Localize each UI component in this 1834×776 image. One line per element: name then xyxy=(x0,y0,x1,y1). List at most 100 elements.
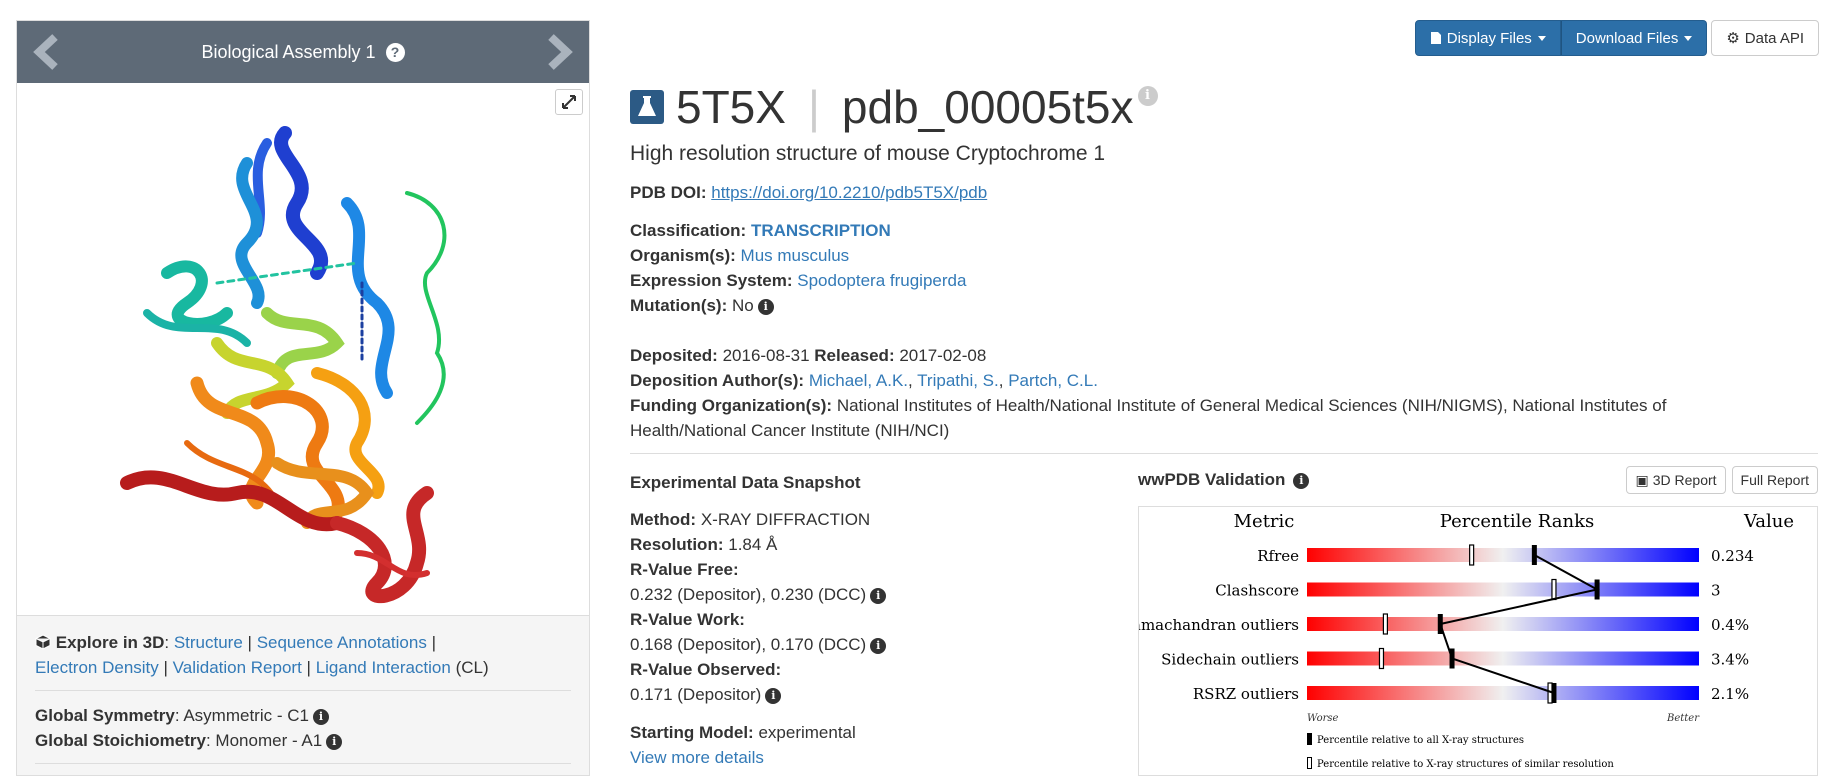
structure-link[interactable]: Structure xyxy=(174,633,243,652)
entry-id: 5T5X xyxy=(676,81,786,133)
divider xyxy=(630,453,1818,454)
metric-name: Sidechain outliers xyxy=(1161,651,1299,669)
info-icon[interactable]: i xyxy=(765,688,782,704)
file-icon xyxy=(1430,32,1441,44)
ligand-interaction-link[interactable]: Ligand Interaction xyxy=(316,658,451,677)
global-symmetry-label: Global Symmetry xyxy=(35,706,175,725)
similar-resolution-marker xyxy=(1551,578,1557,601)
starting-model-row: Starting Model: experimental xyxy=(630,723,856,742)
rfree-value: 0.232 (Depositor), 0.230 (DCC) i xyxy=(630,582,1100,607)
global-stoichiometry-label: Global Stoichiometry xyxy=(35,731,206,750)
data-api-button[interactable]: ⚙ Data API xyxy=(1711,20,1819,56)
entry-title: High resolution structure of mouse Crypt… xyxy=(630,142,1106,165)
explore-3d-panel: Explore in 3D: Structure | Sequence Anno… xyxy=(17,615,589,775)
value-header: Value xyxy=(1743,511,1794,532)
doi-link[interactable]: https://doi.org/10.2210/pdb5T5X/pdb xyxy=(711,183,987,202)
validation-report-link[interactable]: Validation Report xyxy=(173,658,302,677)
metric-header: Metric xyxy=(1234,511,1295,532)
caret-down-icon xyxy=(1684,35,1693,41)
info-icon[interactable]: i xyxy=(1293,473,1310,489)
assembly-carousel-header: Biological Assembly 1 ? xyxy=(17,21,589,83)
caret-down-icon xyxy=(1537,35,1546,41)
help-icon[interactable]: ? xyxy=(385,42,405,62)
organism-row: Organism(s): Mus musculus xyxy=(630,246,850,265)
percentile-bar xyxy=(1307,651,1699,666)
metric-value: 3 xyxy=(1711,582,1721,600)
ligand-code: (CL) xyxy=(455,658,489,677)
author-link[interactable]: Michael, A.K. xyxy=(809,371,908,390)
legend-all-marker xyxy=(1307,733,1312,745)
previous-arrow-icon[interactable] xyxy=(27,31,67,73)
robs-label: R-Value Observed: xyxy=(630,660,782,679)
extended-pdb-id: pdb_00005t5x xyxy=(841,81,1134,133)
robs-value: 0.171 (Depositor) i xyxy=(630,682,1100,707)
next-arrow-icon[interactable] xyxy=(539,31,579,73)
rwork-label: R-Value Work: xyxy=(630,610,745,629)
metric-value: 0.234 xyxy=(1711,547,1754,565)
info-icon[interactable]: i xyxy=(757,299,774,315)
similar-resolution-marker xyxy=(1469,544,1475,566)
expression-row: Expression System: Spodoptera frugiperda xyxy=(630,271,967,290)
flask-icon xyxy=(630,90,664,124)
better-label: Better xyxy=(1666,713,1700,724)
metric-value: 3.4% xyxy=(1711,651,1749,669)
organism-link[interactable]: Mus musculus xyxy=(741,246,850,265)
classification-link[interactable]: TRANSCRIPTION xyxy=(751,221,891,240)
info-icon[interactable]: i xyxy=(312,709,329,725)
resolution-row: Resolution: 1.84 Å xyxy=(630,535,778,554)
metric-name: RSRZ outliers xyxy=(1193,685,1299,703)
similar-resolution-marker xyxy=(1382,613,1388,635)
explore-label: Explore in 3D xyxy=(55,633,165,652)
view-more-details-link[interactable]: View more details xyxy=(630,748,764,767)
percentile-chart: Metric Percentile Ranks Value Rfree 0.234… xyxy=(1120,511,1794,770)
metric-name: Clashscore xyxy=(1215,582,1299,600)
author-link[interactable]: Tripathi, S. xyxy=(917,371,999,390)
rwork-value: 0.168 (Depositor), 0.170 (DCC) i xyxy=(630,632,1100,657)
info-icon[interactable]: i xyxy=(870,588,887,604)
dates-row: Deposited: 2016-08-31 Released: 2017-02-… xyxy=(630,346,987,365)
cube-icon xyxy=(35,634,51,650)
id-separator: | xyxy=(807,81,820,133)
legend-similar: Percentile relative to X-ray structures … xyxy=(1317,759,1614,770)
percentile-bar xyxy=(1307,582,1699,597)
experimental-heading: Experimental Data Snapshot xyxy=(630,473,861,492)
validation-slider-graphic[interactable]: Metric Percentile Ranks Value Rfree 0.234… xyxy=(1120,506,1818,776)
method-row: Method: X-RAY DIFFRACTION xyxy=(630,510,871,529)
doi-row: PDB DOI: https://doi.org/10.2210/pdb5T5X… xyxy=(630,183,988,202)
funding-row: Funding Organization(s): National Instit… xyxy=(630,396,1667,440)
worse-label: Worse xyxy=(1307,713,1339,724)
metric-value: 2.1% xyxy=(1711,685,1749,703)
divider xyxy=(35,763,571,764)
info-icon[interactable]: i xyxy=(870,638,887,654)
legend-all: Percentile relative to all X-ray structu… xyxy=(1317,735,1524,746)
3d-report-button[interactable]: ▣ 3D Report xyxy=(1626,466,1726,494)
display-files-button[interactable]: Display Files xyxy=(1414,20,1561,56)
expand-icon[interactable] xyxy=(555,89,583,115)
download-files-button[interactable]: Download Files xyxy=(1560,20,1708,56)
mutation-row: Mutation(s): No i xyxy=(630,293,774,318)
metric-name: Ramachandran outliers xyxy=(1139,616,1299,634)
experimental-snapshot: Experimental Data Snapshot Method: X-RAY… xyxy=(630,470,1100,770)
info-icon[interactable]: i xyxy=(1137,86,1158,106)
entry-header: 5T5X | pdb_00005t5x i xyxy=(630,80,1158,134)
assembly-title: Biological Assembly 1 xyxy=(201,41,376,62)
structure-image[interactable] xyxy=(17,83,589,615)
protein-ribbon-image xyxy=(120,126,447,603)
global-symmetry-value: : Asymmetric - C1 xyxy=(174,706,309,725)
percentile-header: Percentile Ranks xyxy=(1440,511,1594,532)
info-icon[interactable]: i xyxy=(326,734,343,750)
authors-row: Deposition Author(s): Michael, A.K., Tri… xyxy=(630,371,1098,390)
global-stoichiometry-value: : Monomer - A1 xyxy=(205,731,323,750)
percentile-bar xyxy=(1307,617,1699,631)
author-link[interactable]: Partch, C.L. xyxy=(1008,371,1098,390)
electron-density-link[interactable]: Electron Density xyxy=(35,658,159,677)
sequence-annotations-link[interactable]: Sequence Annotations xyxy=(257,633,427,652)
metric-value: 0.4% xyxy=(1711,616,1749,634)
legend-similar-marker xyxy=(1307,757,1312,769)
expression-system-link[interactable]: Spodoptera frugiperda xyxy=(797,271,966,290)
cube-icon: ▣ xyxy=(1635,471,1649,488)
file-toolbar: Display Files Download Files ⚙ Data API xyxy=(1414,20,1819,56)
percentile-bar xyxy=(1307,548,1699,562)
rfree-label: R-Value Free: xyxy=(630,560,739,579)
full-report-button[interactable]: Full Report xyxy=(1731,466,1818,494)
